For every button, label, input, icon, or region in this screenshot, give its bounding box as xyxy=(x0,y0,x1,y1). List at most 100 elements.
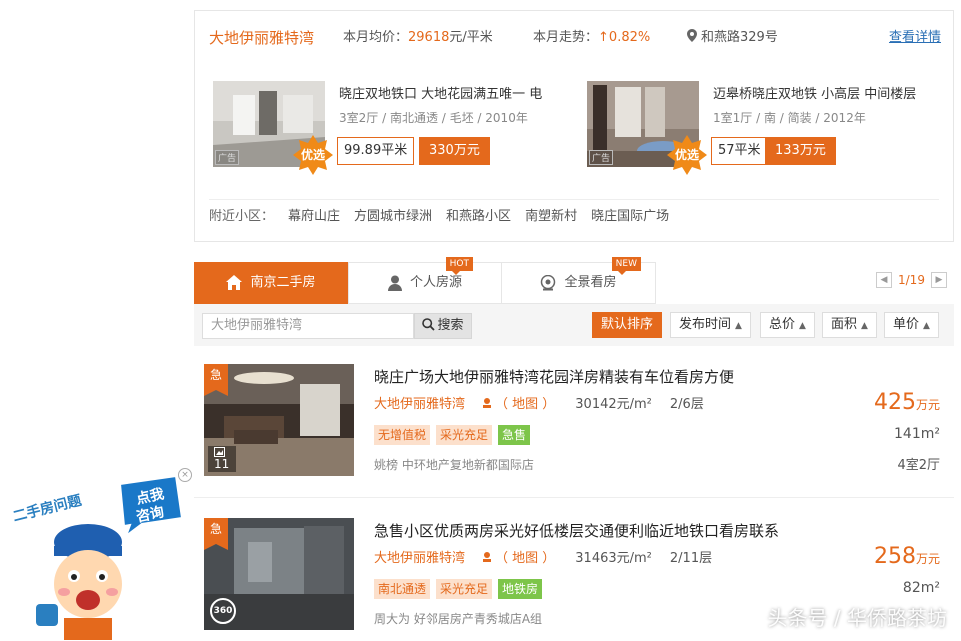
listing-community-link[interactable]: 大地伊丽雅特湾 xyxy=(374,551,465,566)
sort-label: 单价 xyxy=(893,317,920,332)
next-page-button[interactable]: ▶ xyxy=(930,272,947,288)
listing-floor: 2/11层 xyxy=(669,551,713,566)
listing-rooms: 4室2厅 xyxy=(897,458,940,473)
tag: 采光充足 xyxy=(436,579,493,599)
map-icon xyxy=(483,552,492,562)
featured-price: 330万元 xyxy=(419,137,490,165)
panorama-360-icon[interactable]: 360 xyxy=(210,598,236,624)
tag: 无增值税 xyxy=(374,425,431,445)
camera-icon xyxy=(541,274,556,290)
listing-tabs: 南京二手房 个人房源 HOT 全景看房 NEW xyxy=(194,257,656,304)
photo-count-value: 11 xyxy=(214,457,230,471)
sort-label: 面积 xyxy=(831,317,858,332)
consult-widget[interactable]: 二手房问题 点我 咨询 × xyxy=(8,468,198,641)
search-input[interactable]: 大地伊丽雅特湾 xyxy=(202,313,414,339)
listing-photo[interactable]: 急 11 xyxy=(204,364,354,476)
map-link[interactable]: （ 地图 ） xyxy=(481,397,555,412)
monthly-trend: 本月走势：↑0.82% xyxy=(533,27,650,49)
sort-arrow-icon: ▲ xyxy=(735,321,742,331)
map-icon xyxy=(483,398,492,408)
average-price-value: 29618 xyxy=(408,30,450,45)
mascot-character-icon xyxy=(36,524,122,640)
tag: 采光充足 xyxy=(436,425,493,445)
featured-info: 1室1厅 / 南 / 简装 / 2012年 xyxy=(713,111,866,125)
page-indicator: 1/19 xyxy=(898,273,925,287)
listing-title[interactable]: 晓庄广场大地伊丽雅特湾花园洋房精装有车位看房方便 xyxy=(374,366,734,387)
ad-label: 广告 xyxy=(215,150,240,165)
nearby-label: 附近小区： xyxy=(209,209,275,224)
location-pin-icon xyxy=(687,29,697,42)
sort-default-button[interactable]: 默认排序 xyxy=(592,312,663,338)
trend-value: 0.82% xyxy=(608,30,651,45)
gallery-icon xyxy=(214,447,225,457)
sort-arrow-icon: ▲ xyxy=(923,321,930,331)
listing-tags: 南北通透 采光充足 地铁房 xyxy=(374,578,548,599)
featured-title[interactable]: 晓庄双地铁口 大地花园满五唯一 电 xyxy=(339,83,559,102)
listing-unit-price: 31463元/m² xyxy=(575,551,652,566)
listing-title[interactable]: 急售小区优质两房采光好低楼层交通便利临近地铁口看房联系 xyxy=(374,520,779,541)
prev-page-button[interactable]: ◀ xyxy=(876,272,892,288)
average-price-label: 本月均价： xyxy=(343,30,409,45)
pagination: ◀ 1/19 ▶ xyxy=(876,272,947,290)
preferred-badge-text: 优选 xyxy=(674,148,699,162)
address: 和燕路329号 xyxy=(687,27,778,49)
listing-meta: 大地伊丽雅特湾 （ 地图 ） 31463元/m² 2/11层 xyxy=(374,550,712,568)
tag: 地铁房 xyxy=(498,579,543,599)
listing-community-link[interactable]: 大地伊丽雅特湾 xyxy=(374,397,465,412)
listing-agent: 姚榜 中环地产复地新都国际店 xyxy=(374,458,534,472)
nearby-link[interactable]: 晓庄国际广场 xyxy=(591,209,669,224)
listing-price: 258万元 xyxy=(874,544,940,569)
featured-listing[interactable]: 广告 优选 迈皋桥晓庄双地铁 小高层 中间楼层 1室1厅 / 南 / 简装 / … xyxy=(587,81,927,193)
sort-publish-time-button[interactable]: 发布时间 ▲ xyxy=(670,312,751,338)
listing-area: 141m² xyxy=(894,426,940,442)
ad-label: 广告 xyxy=(589,150,614,165)
new-badge: NEW xyxy=(611,257,641,275)
featured-size: 99.89平米 xyxy=(337,137,415,165)
filter-bar: 大地伊丽雅特湾 搜索 默认排序 发布时间 ▲ 总价 ▲ 面积 ▲ 单价 ▲ xyxy=(194,304,954,346)
tab-nanjing-secondhand[interactable]: 南京二手房 xyxy=(194,262,348,304)
featured-info: 3室2厅 / 南北通透 / 毛坯 / 2010年 xyxy=(339,111,528,125)
nearby-link[interactable]: 方圆城市绿洲 xyxy=(354,209,432,224)
search-icon xyxy=(422,318,436,331)
listing-floor: 2/6层 xyxy=(669,397,704,412)
nearby-link[interactable]: 和燕路小区 xyxy=(446,209,511,224)
listing-price-unit: 万元 xyxy=(915,552,940,566)
search-button-label: 搜索 xyxy=(437,318,464,333)
close-icon[interactable]: × xyxy=(178,468,192,482)
sort-total-price-button[interactable]: 总价 ▲ xyxy=(760,312,815,338)
listing-agent: 周大为 好邻居房产青秀城店A组 xyxy=(374,612,543,626)
featured-price: 133万元 xyxy=(765,137,836,165)
listing-price-value: 258 xyxy=(873,544,916,569)
tab-panorama[interactable]: 全景看房 NEW xyxy=(502,257,656,304)
listing-price-value: 425 xyxy=(873,390,916,415)
featured-listing[interactable]: 广告 优选 晓庄双地铁口 大地花园满五唯一 电 3室2厅 / 南北通透 / 毛坯… xyxy=(213,81,553,193)
listing-meta: 大地伊丽雅特湾 （ 地图 ） 30142元/m² 2/6层 xyxy=(374,396,704,414)
view-details-link[interactable]: 查看详情 xyxy=(889,27,941,49)
community-card: 大地伊丽雅特湾 本月均价：29618元/平米 本月走势：↑0.82% 和燕路32… xyxy=(194,10,954,242)
featured-title[interactable]: 迈皋桥晓庄双地铁 小高层 中间楼层 xyxy=(713,83,933,102)
community-summary: 大地伊丽雅特湾 本月均价：29618元/平米 本月走势：↑0.82% 和燕路32… xyxy=(209,27,941,49)
nearby-communities: 附近小区： 幕府山庄 方圆城市绿洲 和燕路小区 南塑新村 晓庄国际广场 xyxy=(209,207,683,227)
map-link-text: （ 地图 ） xyxy=(495,551,556,566)
address-text: 和燕路329号 xyxy=(701,30,778,45)
preferred-badge: 优选 xyxy=(667,135,707,175)
average-price: 本月均价：29618元/平米 xyxy=(343,27,493,49)
community-name[interactable]: 大地伊丽雅特湾 xyxy=(209,27,314,49)
tab-label: 南京二手房 xyxy=(250,275,316,290)
sort-label: 发布时间 xyxy=(679,317,732,332)
search-button[interactable]: 搜索 xyxy=(414,313,472,339)
sort-label: 总价 xyxy=(769,317,796,332)
average-price-unit: 元/平米 xyxy=(449,30,493,45)
nearby-link[interactable]: 幕府山庄 xyxy=(288,209,340,224)
sort-area-button[interactable]: 面积 ▲ xyxy=(822,312,877,338)
listing-price: 425万元 xyxy=(874,390,940,415)
preferred-badge-text: 优选 xyxy=(300,148,325,162)
map-link[interactable]: （ 地图 ） xyxy=(481,551,555,566)
tab-personal-listings[interactable]: 个人房源 HOT xyxy=(348,257,502,304)
urgent-badge: 急 xyxy=(204,364,228,396)
listing-photo[interactable]: 急 360 xyxy=(204,518,354,630)
nearby-link[interactable]: 南塑新村 xyxy=(525,209,577,224)
listing-area: 82m² xyxy=(902,580,940,596)
sort-unit-price-button[interactable]: 单价 ▲ xyxy=(884,312,939,338)
trend-up-icon: ↑ xyxy=(598,30,609,45)
